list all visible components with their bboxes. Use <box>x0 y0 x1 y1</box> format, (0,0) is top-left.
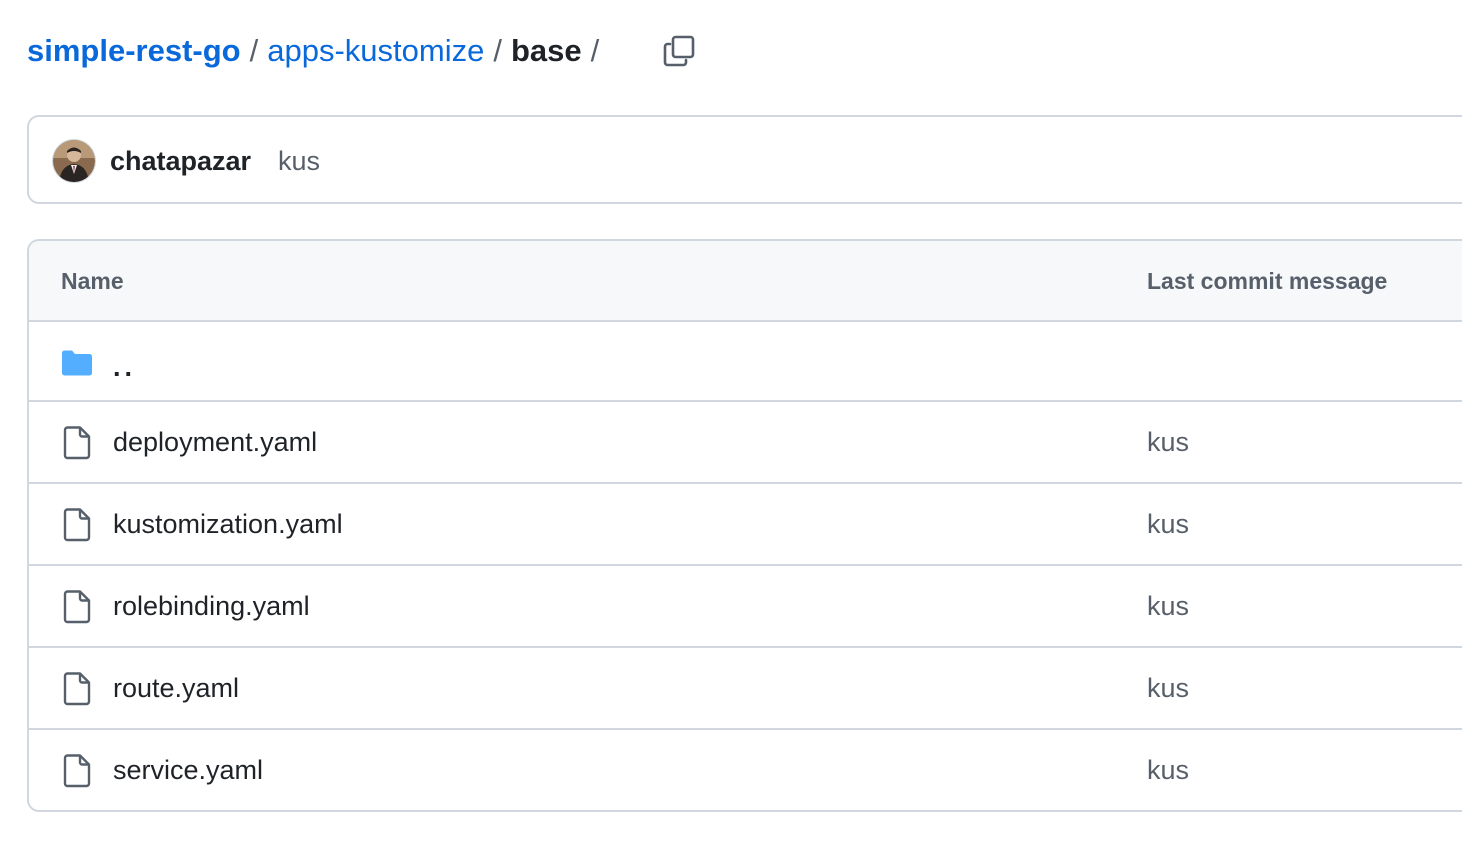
breadcrumb-current: base <box>510 33 582 68</box>
file-icon <box>59 671 95 707</box>
parent-directory-row[interactable]: .. <box>29 322 1462 402</box>
commit-message-link[interactable]: kus <box>1147 484 1189 564</box>
file-table: Name Last commit message .. deployment.y… <box>27 239 1462 812</box>
table-row[interactable]: kustomization.yaml kus <box>29 484 1462 566</box>
commit-message-link[interactable]: kus <box>1147 566 1189 646</box>
folder-icon <box>59 345 95 381</box>
file-name-link[interactable]: service.yaml <box>113 730 263 810</box>
table-row[interactable]: service.yaml kus <box>29 730 1462 810</box>
file-name-link[interactable]: kustomization.yaml <box>113 484 343 564</box>
file-name-link[interactable]: rolebinding.yaml <box>113 566 310 646</box>
file-icon <box>59 425 95 461</box>
breadcrumb-separator: / <box>249 33 259 68</box>
breadcrumb: simple-rest-go / apps-kustomize / base / <box>27 28 599 74</box>
avatar-image <box>53 140 95 182</box>
copy-icon <box>663 35 695 67</box>
file-name-link[interactable]: route.yaml <box>113 648 239 728</box>
avatar[interactable] <box>53 140 95 182</box>
latest-commit-box: chatapazar kus <box>27 115 1462 204</box>
table-row[interactable]: rolebinding.yaml kus <box>29 566 1462 648</box>
table-header: Name Last commit message <box>29 241 1462 322</box>
breadcrumb-separator: / <box>590 33 600 68</box>
copy-path-button[interactable] <box>659 31 699 71</box>
commit-message-link[interactable]: kus <box>1147 648 1189 728</box>
breadcrumb-separator: / <box>493 33 502 68</box>
table-row[interactable]: deployment.yaml kus <box>29 402 1462 484</box>
commit-message-link[interactable]: kus <box>1147 730 1189 810</box>
breadcrumb-folder-link[interactable]: apps-kustomize <box>267 28 484 74</box>
commit-author[interactable]: chatapazar <box>110 141 251 181</box>
commit-message[interactable]: kus <box>278 141 320 181</box>
file-icon <box>59 507 95 543</box>
column-header-last-commit: Last commit message <box>1147 268 1388 294</box>
file-name-link[interactable]: deployment.yaml <box>113 402 317 482</box>
table-row[interactable]: route.yaml kus <box>29 648 1462 730</box>
file-icon <box>59 753 95 789</box>
commit-message-link[interactable]: kus <box>1147 402 1189 482</box>
file-icon <box>59 589 95 625</box>
breadcrumb-repo-link[interactable]: simple-rest-go <box>27 28 241 74</box>
parent-directory-label[interactable]: .. <box>113 322 136 412</box>
column-header-name: Name <box>61 268 124 294</box>
